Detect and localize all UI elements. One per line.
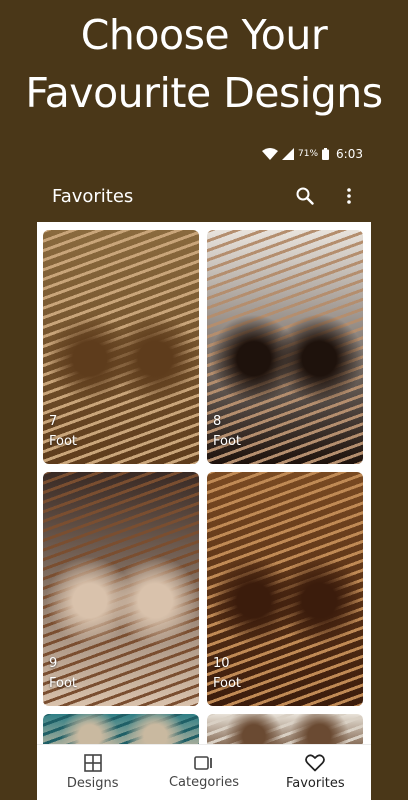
page-title: Favorites — [52, 185, 134, 207]
signal-icon — [282, 148, 295, 160]
design-card[interactable] — [207, 714, 363, 744]
favorites-content[interactable]: 7 Foot 8 Foot 9 Foot 10 Foot — [37, 222, 371, 744]
battery-icon — [322, 148, 330, 160]
status-bar: 71% 6:03 — [37, 143, 371, 165]
promo-title-line-1: Choose Your — [80, 11, 328, 59]
design-photo — [207, 714, 363, 744]
nav-item-categories[interactable]: Categories — [148, 745, 259, 800]
nav-item-designs[interactable]: Designs — [37, 745, 148, 800]
design-category: Foot — [49, 676, 78, 691]
promo-banner: Choose Your Favourite Designs — [0, 0, 408, 135]
design-card[interactable]: 9 Foot — [43, 472, 199, 706]
design-photo — [43, 714, 199, 744]
more-vert-icon — [347, 188, 351, 204]
design-card[interactable]: 7 Foot — [43, 230, 199, 464]
design-grid: 7 Foot 8 Foot 9 Foot 10 Foot — [43, 230, 365, 744]
nav-item-favorites[interactable]: Favorites — [260, 745, 371, 800]
design-number: 9 — [49, 656, 58, 671]
categories-icon — [194, 756, 212, 770]
design-category: Foot — [213, 676, 242, 691]
design-card[interactable]: 8 Foot — [207, 230, 363, 464]
heart-icon — [305, 754, 326, 772]
more-options-button[interactable] — [327, 174, 371, 218]
design-category: Foot — [49, 434, 78, 449]
battery-percent: 71% — [298, 149, 319, 159]
search-icon — [296, 187, 314, 205]
design-category: Foot — [213, 434, 242, 449]
design-photo — [43, 230, 199, 464]
promo-title-line-2: Favourite Designs — [25, 69, 383, 117]
search-button[interactable] — [283, 174, 327, 218]
design-number: 10 — [213, 656, 230, 671]
design-number: 8 — [213, 414, 222, 429]
design-photo — [43, 472, 199, 706]
bottom-navigation: Designs Categories Favorites — [37, 744, 371, 800]
design-card[interactable] — [43, 714, 199, 744]
wifi-icon — [262, 148, 279, 160]
nav-label-favorites: Favorites — [285, 776, 345, 791]
design-number: 7 — [49, 414, 58, 429]
design-photo — [207, 472, 363, 706]
design-photo — [207, 230, 363, 464]
app-bar: Favorites — [37, 170, 371, 222]
nav-label-categories: Categories — [168, 775, 240, 790]
status-time: 6:03 — [336, 147, 363, 161]
nav-label-designs: Designs — [66, 776, 119, 791]
design-card[interactable]: 10 Foot — [207, 472, 363, 706]
grid-icon — [83, 754, 102, 772]
